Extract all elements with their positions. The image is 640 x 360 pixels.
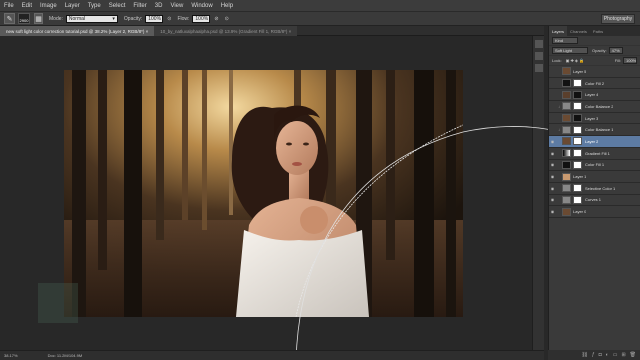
tab-paths[interactable]: Paths — [590, 26, 606, 36]
layer-row[interactable]: Layer 4 — [549, 89, 640, 102]
lock-label: Lock: — [552, 58, 562, 63]
tab-paths-label: Paths — [592, 28, 604, 34]
doc-size[interactable]: Doc: 11.2M/104.9M — [48, 353, 83, 358]
tab-layers-label: Layers — [552, 28, 565, 34]
layer-opacity-label: Opacity: — [592, 48, 607, 53]
layer-mask — [573, 195, 582, 204]
layer-mask — [573, 125, 582, 134]
layer-row[interactable]: Layer 5 — [549, 66, 640, 78]
layer-mask — [573, 79, 582, 88]
eye-icon[interactable]: ◉ — [549, 151, 556, 156]
layer-name: Layer 0 — [573, 209, 587, 215]
eye-icon[interactable]: ◉ — [549, 162, 556, 167]
tab-channels-label: Channels — [570, 28, 587, 34]
eye-icon[interactable]: ◉ — [549, 174, 556, 179]
fill-input[interactable]: 100% — [623, 57, 637, 64]
layer-row[interactable]: Color Fill 2 — [549, 78, 640, 90]
filter-row: Kind — [549, 36, 640, 46]
gradient-icon — [562, 149, 571, 158]
kind-label: Kind — [555, 38, 564, 43]
layer-thumbnail — [562, 160, 571, 169]
layer-name: Color Fill 2 — [585, 80, 605, 86]
layer-row[interactable]: ◉ Selective Color 1 — [549, 183, 640, 195]
layer-name: Layer 3 — [585, 115, 599, 121]
layers-panel-footer: ⛓ ƒ ◘ ◐ ▭ ⊞ 🗑 — [548, 350, 640, 360]
layer-name: Gradient Fill 1 — [585, 150, 610, 156]
layer-row[interactable]: ◉ Gradient Fill 1 — [549, 148, 640, 160]
layer-mask — [573, 160, 582, 169]
layer-mask — [573, 149, 582, 158]
layer-mask — [573, 102, 582, 111]
layer-thumbnail — [562, 79, 571, 88]
layer-name: Layer 4 — [585, 92, 599, 98]
fill-label: Fill: — [614, 58, 621, 63]
layer-thumbnail — [562, 67, 571, 76]
tab-layers[interactable]: Layers — [549, 26, 568, 36]
layer-name: Color Balance 2 — [585, 103, 614, 109]
layer-row-selected[interactable]: ◉ Layer 2 — [549, 136, 640, 148]
new-adjustment-icon[interactable]: ◐ — [606, 352, 609, 358]
blend-mode-value: Soft Light — [555, 48, 572, 53]
adjustment-icon — [562, 184, 571, 193]
layer-list: Layer 5 Color Fill 2 Layer 4 ↓ Color Bal… — [549, 66, 640, 218]
adjustment-icon — [562, 195, 571, 204]
layer-mask — [573, 90, 582, 99]
layers-panel: Layers Channels Paths Kind Soft Light Op… — [548, 26, 640, 360]
layer-name: Selective Color 1 — [585, 185, 616, 191]
eye-icon[interactable]: ◉ — [549, 197, 556, 202]
layer-row[interactable]: ◉ Curves 1 — [549, 195, 640, 207]
layer-row[interactable]: ◉ Layer 0 — [549, 206, 640, 218]
new-layer-icon[interactable]: ⊞ — [621, 352, 625, 358]
layer-mask — [573, 137, 582, 146]
layer-opacity-input[interactable]: 47% — [608, 47, 623, 54]
layer-name: Color Balance 1 — [585, 127, 614, 133]
layer-thumbnail — [562, 137, 571, 146]
watermark-logo — [38, 283, 78, 323]
layer-thumbnail — [562, 114, 571, 123]
brush-cursor-arc — [38, 125, 640, 360]
lock-row: Lock: ▣ ✚ ◈ 🔒 Fill: 100% — [549, 56, 640, 66]
kind-filter-select[interactable]: Kind — [552, 37, 578, 44]
fill-value: 100% — [626, 58, 637, 63]
folder-icon[interactable]: ▭ — [613, 352, 618, 358]
eye-icon[interactable]: ◉ — [549, 139, 556, 144]
layer-mask — [573, 184, 582, 193]
layer-name: Layer 5 — [573, 68, 587, 74]
layer-name: Layer 2 — [585, 138, 599, 144]
layer-name: Layer 1 — [573, 174, 587, 180]
blend-row: Soft Light Opacity: 47% — [549, 46, 640, 56]
trash-icon[interactable]: 🗑 — [630, 352, 636, 358]
layer-opacity-value: 47% — [611, 48, 620, 53]
zoom-readout[interactable]: 38.17% — [4, 353, 18, 358]
link-icon[interactable]: ⛓ — [582, 352, 588, 358]
layer-mask — [573, 114, 582, 123]
layer-row[interactable]: Layer 3 — [549, 113, 640, 125]
eye-icon[interactable]: ◉ — [549, 186, 556, 191]
eye-icon[interactable]: ◉ — [549, 209, 556, 214]
layer-row[interactable]: ◉ Layer 1 — [549, 171, 640, 183]
layer-name: Curves 1 — [585, 197, 602, 203]
lock-icon[interactable]: ▣ ✚ ◈ 🔒 — [566, 58, 585, 63]
layer-row[interactable]: ◉ Color Fill 1 — [549, 160, 640, 172]
status-bar: 38.17% Doc: 11.2M/104.9M — [0, 350, 544, 360]
layer-thumbnail — [562, 207, 571, 216]
fx-icon[interactable]: ƒ — [592, 352, 595, 358]
layer-name: Color Fill 1 — [585, 162, 605, 168]
add-mask-icon[interactable]: ◘ — [599, 352, 602, 358]
blend-mode-select[interactable]: Soft Light — [552, 47, 588, 54]
layer-row[interactable]: ↓ Color Balance 2 — [549, 101, 640, 113]
layer-row[interactable]: ↓ Color Balance 1 — [549, 124, 640, 137]
layer-thumbnail — [562, 90, 571, 99]
adjustment-icon — [562, 102, 571, 111]
layer-thumbnail — [562, 172, 571, 181]
panel-tabs: Layers Channels Paths — [549, 26, 640, 36]
tab-channels[interactable]: Channels — [567, 26, 590, 36]
adjustment-icon — [562, 125, 571, 134]
